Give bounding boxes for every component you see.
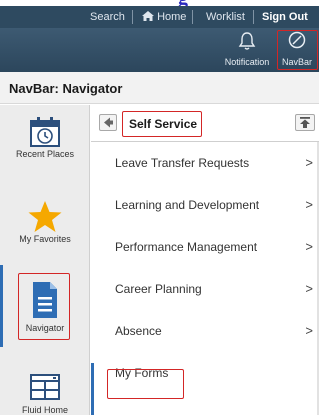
navbar-highlight-box [277,30,318,70]
chevron-right-icon: > [305,197,313,212]
list-item-label: Learning and Development [115,198,260,212]
worklist-link[interactable]: Worklist [206,11,245,23]
list-item-label: Leave Transfer Requests [115,156,250,170]
list-item[interactable]: Learning and Development > [91,184,319,226]
arrow-left-icon [104,117,113,128]
separator [253,10,254,24]
grid-icon [30,374,60,400]
list-item[interactable]: Performance Management > [91,226,319,268]
search-link[interactable]: Search [90,11,125,23]
home-link-label: Home [157,11,187,23]
home-link[interactable]: Home [142,11,186,23]
chevron-right-icon: > [305,323,313,338]
calendar-clock-icon [30,117,60,147]
notification-button[interactable]: Notification [222,28,272,72]
list-item[interactable]: Career Planning > [91,268,319,310]
rail-item-fluid-home[interactable]: Fluid Home [0,372,90,415]
top-link-bar: Search Home Worklist Sign Out [0,6,319,28]
chevron-right-icon: > [305,281,313,296]
scroll-to-top-button[interactable] [295,114,315,131]
panel-scrollbar[interactable] [317,142,319,415]
home-icon [142,11,154,21]
separator [132,10,133,24]
list-item-label: Career Planning [115,282,202,296]
arrow-up-to-top-icon [300,117,310,128]
rail-item-label: Fluid Home [21,405,68,415]
star-icon [28,201,62,232]
navbar-title-bar: NavBar: Navigator [0,72,319,104]
back-button[interactable] [99,114,117,131]
rail-item-label: Recent Places [15,149,75,159]
bell-icon [238,32,256,50]
sign-out-link[interactable]: Sign Out [262,11,308,23]
chevron-right-icon: > [305,155,313,170]
icon-bar: Notification NavBar [0,28,319,72]
notification-label: Notification [224,57,270,67]
list-item-label: Absence [115,324,162,338]
rail-item-my-favorites[interactable]: My Favorites [0,200,90,244]
separator [192,10,193,24]
navigator-panel: Self Service Leave Transfer Requests > L… [91,105,319,415]
rail-item-recent-places[interactable]: Recent Places [0,115,90,159]
rail-item-label: My Favorites [19,234,71,244]
my-forms-highlight-box [107,369,184,399]
navigator-list: Leave Transfer Requests > Learning and D… [91,142,319,394]
my-forms-active-indicator [91,363,94,415]
page-title: NavBar: Navigator [9,81,123,96]
list-item[interactable]: Absence > [91,310,319,352]
navigator-active-indicator [0,265,3,347]
list-item-label: Performance Management [115,240,258,254]
panel-header: Self Service [91,105,319,142]
navigator-highlight-box [18,273,70,340]
chevron-right-icon: > [305,239,313,254]
list-item[interactable]: Leave Transfer Requests > [91,142,319,184]
self-service-highlight-box [122,111,202,137]
navbar-rail: Recent Places My Favorites Navigator Flu [0,105,90,415]
